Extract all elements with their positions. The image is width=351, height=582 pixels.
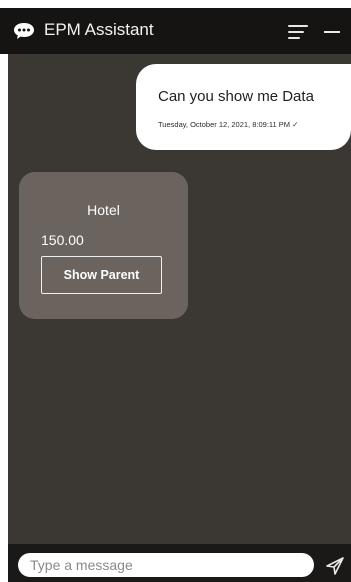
minimize-icon[interactable]: [324, 31, 340, 33]
header-title: EPM Assistant: [44, 20, 154, 39]
chat-widget: EPM Assistant Can you show me Data Tuesd…: [0, 0, 351, 582]
user-message-text: Can you show me Data: [158, 88, 314, 105]
card-title: Hotel: [87, 202, 120, 218]
chat-header: EPM Assistant: [0, 8, 351, 54]
send-icon[interactable]: [325, 556, 345, 576]
bot-response-card: Hotel 150.00 Show Parent: [19, 172, 188, 319]
message-timestamp: Tuesday, October 12, 2021, 8:09:11 PM ✓: [158, 120, 299, 129]
card-value: 150.00: [41, 232, 84, 248]
message-input[interactable]: [18, 553, 314, 577]
message-footer: [8, 544, 351, 582]
conversation-pane[interactable]: Can you show me Data Tuesday, October 12…: [8, 54, 351, 544]
menu-icon[interactable]: [288, 25, 308, 39]
chat-bubble-icon: [14, 23, 34, 39]
show-parent-button[interactable]: Show Parent: [41, 256, 162, 294]
user-message-bubble: Can you show me Data Tuesday, October 12…: [136, 64, 351, 150]
